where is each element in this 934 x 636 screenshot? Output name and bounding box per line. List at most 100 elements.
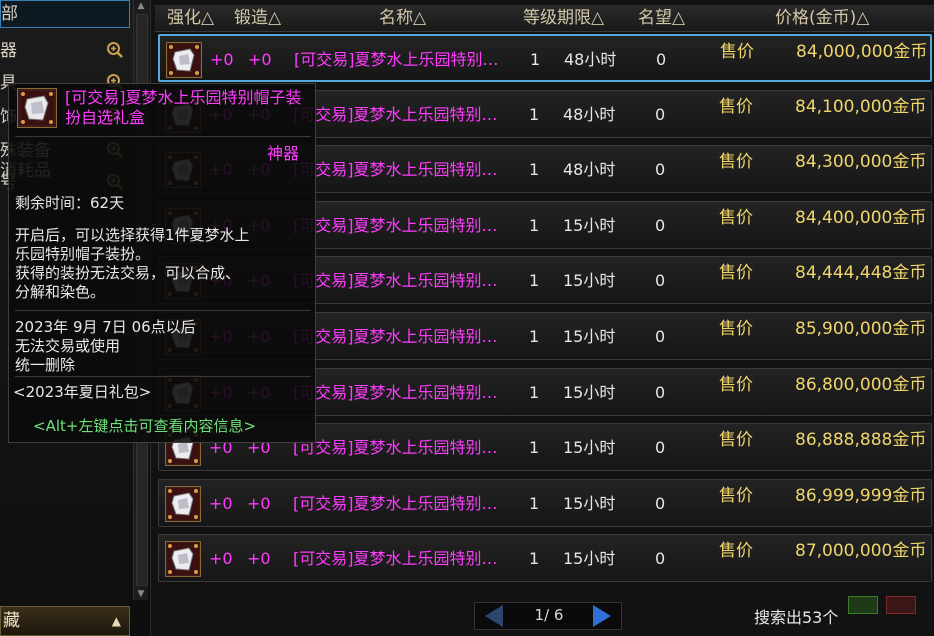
item-period: 15小时: [563, 215, 616, 235]
red-small-button[interactable]: [886, 596, 916, 614]
tooltip-remaining-time: 剩余时间：62天: [15, 194, 125, 212]
tooltip-pack-name: <2023年夏日礼包>: [13, 383, 152, 401]
item-level: 1: [529, 382, 540, 402]
item-fame: 0: [655, 549, 666, 569]
gift-box-icon: [166, 42, 202, 78]
category-item[interactable]: 部: [0, 0, 130, 28]
tooltip-expiry-line: 无法交易或使用: [15, 337, 121, 355]
item-period: 48小时: [563, 104, 616, 124]
sort-enhance-header[interactable]: 强化△: [167, 5, 214, 31]
table-row[interactable]: +0 +0 [可交易]夏梦水上乐园特别… 1 15小时 0 售价 86,999,999金币: [158, 478, 932, 528]
tooltip-divider: [15, 310, 311, 311]
item-level: 1: [529, 104, 540, 124]
forge-value: +0: [247, 493, 271, 513]
sort-forge-header[interactable]: 锻造△: [234, 5, 281, 31]
tooltip-divider: [15, 136, 311, 137]
item-fame: 0: [655, 382, 666, 402]
tooltip-expiry-line: 统一删除: [15, 356, 76, 374]
next-page-arrow-icon[interactable]: [593, 605, 611, 627]
price-label: 售价: [719, 485, 753, 506]
item-fame: 0: [655, 104, 666, 124]
item-price: 85,900,000金币: [795, 319, 927, 339]
item-period: 15小时: [563, 271, 616, 291]
green-small-button[interactable]: [848, 596, 878, 614]
category-item-label: 部: [1, 4, 18, 24]
gift-box-icon: [17, 88, 57, 128]
item-name[interactable]: [可交易]夏梦水上乐园特别…: [293, 424, 498, 472]
category-dropdown[interactable]: 藏 ▲: [0, 606, 130, 636]
item-fame: 0: [655, 215, 666, 235]
price-label: 售价: [719, 430, 753, 451]
gift-box-icon: [165, 485, 201, 522]
item-level: 1: [530, 50, 541, 69]
item-name[interactable]: [可交易]夏梦水上乐园特别…: [293, 369, 498, 417]
price-label: 售价: [719, 374, 753, 395]
tooltip-hint: <Alt+左键点击可查看内容信息>: [33, 417, 257, 435]
item-name[interactable]: [可交易]夏梦水上乐园特别…: [293, 480, 498, 528]
sort-name-header[interactable]: 名称△: [379, 5, 426, 31]
item-name[interactable]: [可交易]夏梦水上乐园特别…: [293, 313, 498, 361]
tooltip-rarity: 神器: [267, 144, 300, 163]
item-level: 1: [529, 160, 540, 180]
tooltip-divider: [15, 376, 311, 377]
price-label: 售价: [719, 319, 753, 339]
price-label: 售价: [719, 207, 753, 228]
scroll-up-arrow-icon[interactable]: ▲: [134, 0, 148, 12]
item-tooltip: [可交易]夏梦水上乐园特别帽子装扮自选礼盒 神器 剩余时间：62天 开启后，可以…: [8, 83, 316, 443]
item-fame: 0: [656, 50, 667, 69]
item-level: 1: [529, 271, 540, 291]
item-name[interactable]: [可交易]夏梦水上乐园特别…: [293, 257, 498, 305]
item-period: 15小时: [563, 549, 616, 569]
item-name[interactable]: [可交易]夏梦水上乐园特别…: [293, 202, 498, 250]
table-row[interactable]: +0 +0 [可交易]夏梦水上乐园特别… 1 15小时 0 售价 87,000,000金币: [158, 534, 932, 583]
item-fame: 0: [655, 271, 666, 291]
item-period: 15小时: [563, 493, 616, 513]
item-name[interactable]: [可交易]夏梦水上乐园特别…: [294, 36, 499, 84]
item-price: 87,000,000金币: [795, 541, 927, 562]
category-item[interactable]: 器: [0, 38, 128, 64]
item-level: 1: [529, 215, 540, 235]
category-dropdown-label: 藏: [3, 611, 20, 631]
item-name[interactable]: [可交易]夏梦水上乐园特别…: [293, 91, 498, 139]
item-price: 86,888,888金币: [795, 430, 927, 451]
item-fame: 0: [655, 327, 666, 346]
price-label: 售价: [720, 42, 754, 62]
category-item-label: 器: [0, 41, 17, 61]
item-price: 84,100,000金币: [795, 96, 927, 117]
tooltip-expiry-line: 2023年 9月 7日 06点以后: [15, 318, 196, 336]
item-name[interactable]: [可交易]夏梦水上乐园特别…: [293, 146, 498, 194]
price-label: 售价: [719, 96, 753, 117]
item-period: 48小时: [563, 160, 616, 180]
tooltip-desc-line: 分解和染色。: [15, 283, 106, 301]
item-price: 84,400,000金币: [795, 207, 927, 228]
item-period: 48小时: [564, 50, 617, 69]
magnifier-plus-icon[interactable]: [106, 41, 124, 59]
price-label: 售价: [719, 541, 753, 562]
table-row[interactable]: +0 +0 [可交易]夏梦水上乐园特别… 1 48小时 0 售价 84,000,000金币: [158, 34, 932, 82]
item-price: 84,300,000金币: [795, 152, 927, 173]
item-price: 84,444,448金币: [795, 263, 927, 284]
item-level: 1: [529, 549, 540, 569]
price-label: 售价: [719, 152, 753, 173]
sort-fame-header[interactable]: 名望△: [638, 5, 685, 31]
item-fame: 0: [655, 160, 666, 180]
item-period: 15小时: [563, 327, 616, 346]
enhance-value: +0: [210, 50, 234, 69]
scroll-down-arrow-icon[interactable]: ▼: [134, 588, 148, 600]
tooltip-desc-line: 获得的装扮无法交易，可以合成、: [15, 264, 241, 282]
item-name[interactable]: [可交易]夏梦水上乐园特别…: [293, 535, 498, 583]
forge-value: +0: [248, 50, 272, 69]
item-price: 86,999,999金币: [795, 485, 927, 506]
item-level: 1: [529, 438, 540, 458]
tooltip-item-title: [可交易]夏梦水上乐园特别帽子装扮自选礼盒: [65, 88, 302, 127]
chevron-up-icon: ▲: [111, 614, 121, 628]
gift-box-icon: [165, 541, 201, 578]
tooltip-desc-line: 乐园特别帽子装扮。: [15, 245, 151, 263]
pagination: 1/ 6: [474, 602, 622, 630]
forge-value: +0: [247, 549, 271, 569]
enhance-value: +0: [209, 493, 233, 513]
sort-level-period-header[interactable]: 等级期限△: [523, 5, 604, 31]
item-price: 86,800,000金币: [795, 374, 927, 395]
item-level: 1: [529, 327, 540, 346]
item-fame: 0: [655, 438, 666, 458]
